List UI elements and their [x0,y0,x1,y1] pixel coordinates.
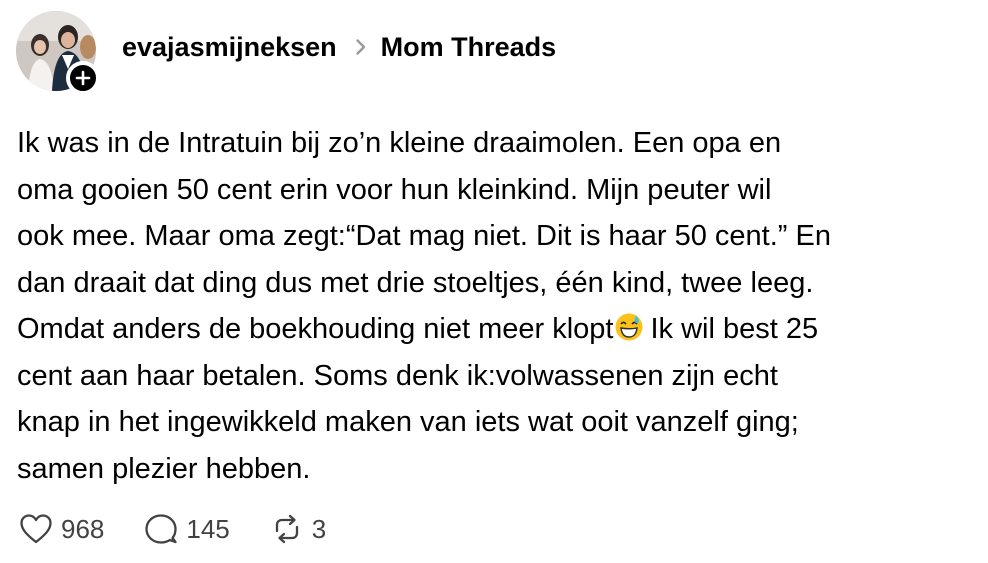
like-count: 968 [61,513,105,544]
repost-icon [275,514,298,544]
heart-icon [20,514,52,544]
avatar-container[interactable] [16,11,100,95]
grinning-face-with-sweat-emoji [614,310,644,341]
username-link[interactable]: evajasmijneksen [122,32,337,63]
reply-button[interactable]: 145 [144,513,230,545]
reply-count: 145 [186,513,230,544]
breadcrumb: evajasmijneksen Mom Threads [122,32,556,63]
post-header: evajasmijneksen Mom Threads [16,10,556,95]
comment-icon [145,514,178,544]
post-actions: 968 145 3 [19,508,366,550]
repost-count: 3 [311,513,327,544]
post-body: Ik was in de Intratuin bij zo’n kleine d… [17,120,972,492]
plus-icon [75,70,91,86]
follow-add-button[interactable] [66,61,100,95]
repost-button[interactable]: 3 [270,513,326,545]
chevron-right-icon [355,38,367,56]
like-button[interactable]: 968 [19,513,104,545]
community-link[interactable]: Mom Threads [381,32,557,63]
